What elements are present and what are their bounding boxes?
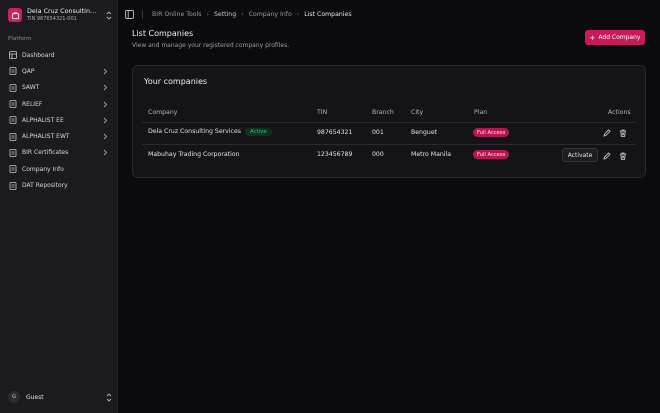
file-icon	[8, 100, 17, 109]
divider	[142, 122, 636, 123]
status-badge: Active	[245, 128, 272, 136]
breadcrumb-current: List Companies	[304, 10, 352, 18]
company-city: Metro Manila	[411, 151, 452, 158]
sidebar-item-sawt[interactable]: SAWT	[4, 80, 114, 96]
page-title: List Companies	[132, 29, 194, 38]
avatar: G	[8, 391, 20, 403]
chevron-right-icon	[103, 133, 108, 140]
column-header-actions: Actions	[608, 109, 631, 116]
company-city: Benguet	[411, 129, 438, 136]
sidebar: Dela Cruz Consulting S... TIN 987654321-…	[0, 0, 118, 413]
user-name: Guest	[26, 393, 44, 401]
chevron-right-icon	[103, 117, 108, 124]
company-branch: 001	[372, 129, 384, 136]
activate-button[interactable]: Activate	[562, 148, 598, 162]
sidebar-toggle-icon[interactable]	[125, 9, 134, 19]
column-header-plan: Plan	[474, 109, 488, 116]
chevron-right-icon: ›	[206, 10, 209, 18]
sidebar-item-label: RELIEF	[22, 100, 43, 108]
breadcrumb: BIR Online Tools › Setting › Company Inf…	[152, 11, 352, 18]
topbar: BIR Online Tools › Setting › Company Inf…	[118, 0, 660, 28]
chevron-right-icon	[103, 101, 108, 108]
chevron-right-icon: ›	[241, 10, 244, 18]
card-title: Your companies	[144, 77, 208, 86]
chevron-right-icon	[103, 68, 108, 75]
sidebar-item-dat-repository[interactable]: DAT Repository	[4, 177, 114, 193]
file-icon	[8, 83, 17, 92]
breadcrumb-item[interactable]: BIR Online Tools	[152, 11, 202, 18]
org-logo-icon	[8, 8, 22, 22]
company-name: Dela Cruz Consulting Services	[148, 128, 241, 135]
org-switcher[interactable]: Dela Cruz Consulting S... TIN 987654321-…	[4, 4, 114, 26]
sidebar-item-label: ALPHALIST EWT	[22, 133, 70, 141]
chevrons-up-down-icon	[104, 392, 114, 402]
org-tin: TIN 987654321-001	[27, 16, 77, 22]
edit-icon[interactable]	[603, 152, 611, 160]
user-menu[interactable]: G Guest	[4, 389, 114, 405]
sidebar-item-relief[interactable]: RELIEF	[4, 96, 114, 112]
sidebar-item-label: Dashboard	[22, 51, 55, 59]
sidebar-item-label: DAT Repository	[22, 182, 68, 190]
trash-icon[interactable]	[619, 129, 627, 137]
sidebar-item-alphalist-ewt[interactable]: ALPHALIST EWT	[4, 128, 114, 144]
file-icon	[8, 116, 17, 125]
sidebar-item-label: Company Info	[22, 165, 64, 173]
plan-badge: Full Access	[473, 128, 510, 137]
column-header-branch: Branch	[372, 109, 394, 116]
sidebar-item-label: SAWT	[22, 84, 40, 92]
sidebar-item-company-info[interactable]: Company Info	[4, 161, 114, 177]
plan-badge: Full Access	[473, 150, 510, 159]
add-company-button[interactable]: + Add Company	[585, 30, 645, 45]
sidebar-item-label: QAP	[22, 67, 35, 75]
file-icon	[8, 67, 17, 76]
column-header-tin: TIN	[317, 109, 328, 116]
org-name: Dela Cruz Consulting S...	[27, 7, 99, 15]
file-icon	[8, 165, 17, 174]
chevron-right-icon: ›	[296, 10, 300, 18]
company-tin: 123456789	[317, 151, 353, 158]
company-tin: 987654321	[317, 129, 353, 136]
page-subtitle: View and manage your registered company …	[132, 42, 290, 49]
column-header-city: City	[411, 109, 424, 116]
divider	[142, 9, 143, 19]
sidebar-item-qap[interactable]: QAP	[4, 63, 114, 79]
sidebar-nav: Dashboard QAP SAWT RELIEF ALPHALIST EE A…	[4, 47, 114, 194]
sidebar-item-alphalist-ee[interactable]: ALPHALIST EE	[4, 112, 114, 128]
company-name: Mabuhay Trading Corporation	[148, 151, 240, 158]
trash-icon[interactable]	[619, 152, 627, 160]
breadcrumb-item[interactable]: Company Info	[249, 11, 292, 18]
chevron-right-icon	[103, 84, 108, 91]
file-icon	[8, 132, 17, 141]
plus-icon: +	[589, 33, 596, 42]
sidebar-item-label: BIR Certificates	[22, 149, 69, 157]
file-icon	[8, 181, 17, 190]
edit-icon[interactable]	[603, 129, 611, 137]
breadcrumb-item[interactable]: Setting	[214, 11, 236, 18]
companies-card: Your companies Company TIN Branch City P…	[132, 65, 646, 178]
chevron-right-icon	[103, 149, 108, 156]
add-company-label: Add Company	[598, 34, 641, 41]
chevrons-up-down-icon	[104, 10, 114, 20]
column-header-company: Company	[148, 109, 178, 116]
company-branch: 000	[372, 151, 384, 158]
file-icon	[8, 148, 17, 157]
divider	[142, 144, 636, 145]
dashboard-icon	[8, 51, 17, 60]
sidebar-item-label: ALPHALIST EE	[22, 116, 64, 124]
sidebar-item-dashboard[interactable]: Dashboard	[4, 47, 114, 63]
section-label: Platform	[8, 36, 32, 42]
sidebar-item-bir-certificates[interactable]: BIR Certificates	[4, 145, 114, 161]
